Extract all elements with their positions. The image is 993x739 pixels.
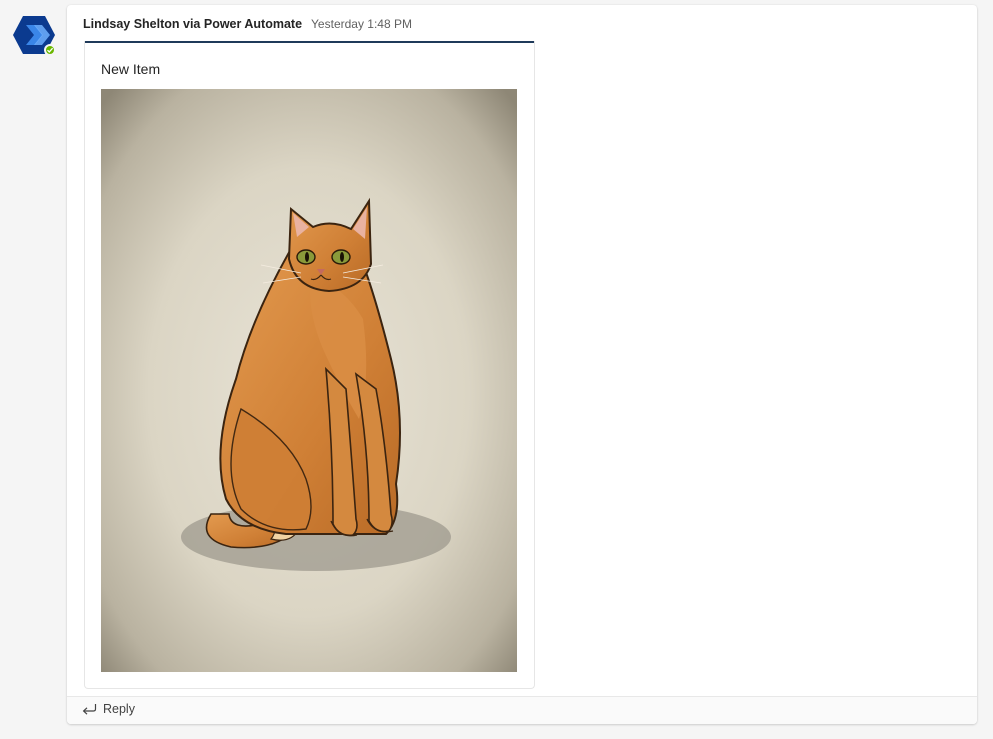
reply-arrow-icon	[82, 704, 97, 715]
presence-available-icon	[44, 44, 56, 56]
sender-name[interactable]: Lindsay Shelton via Power Automate	[83, 17, 302, 31]
card-accent-bar	[85, 41, 534, 43]
reply-button[interactable]: Reply	[81, 702, 135, 716]
message-timestamp: Yesterday 1:48 PM	[311, 17, 412, 31]
message-header: Lindsay Shelton via Power Automate Yeste…	[83, 17, 412, 33]
sender-avatar[interactable]	[12, 14, 56, 58]
adaptive-card: New Item	[84, 41, 535, 689]
reply-label: Reply	[103, 702, 135, 716]
chat-message: Lindsay Shelton via Power Automate Yeste…	[67, 5, 977, 724]
reply-bar: Reply	[67, 696, 977, 724]
card-title: New Item	[101, 61, 161, 77]
card-image[interactable]	[101, 89, 517, 672]
